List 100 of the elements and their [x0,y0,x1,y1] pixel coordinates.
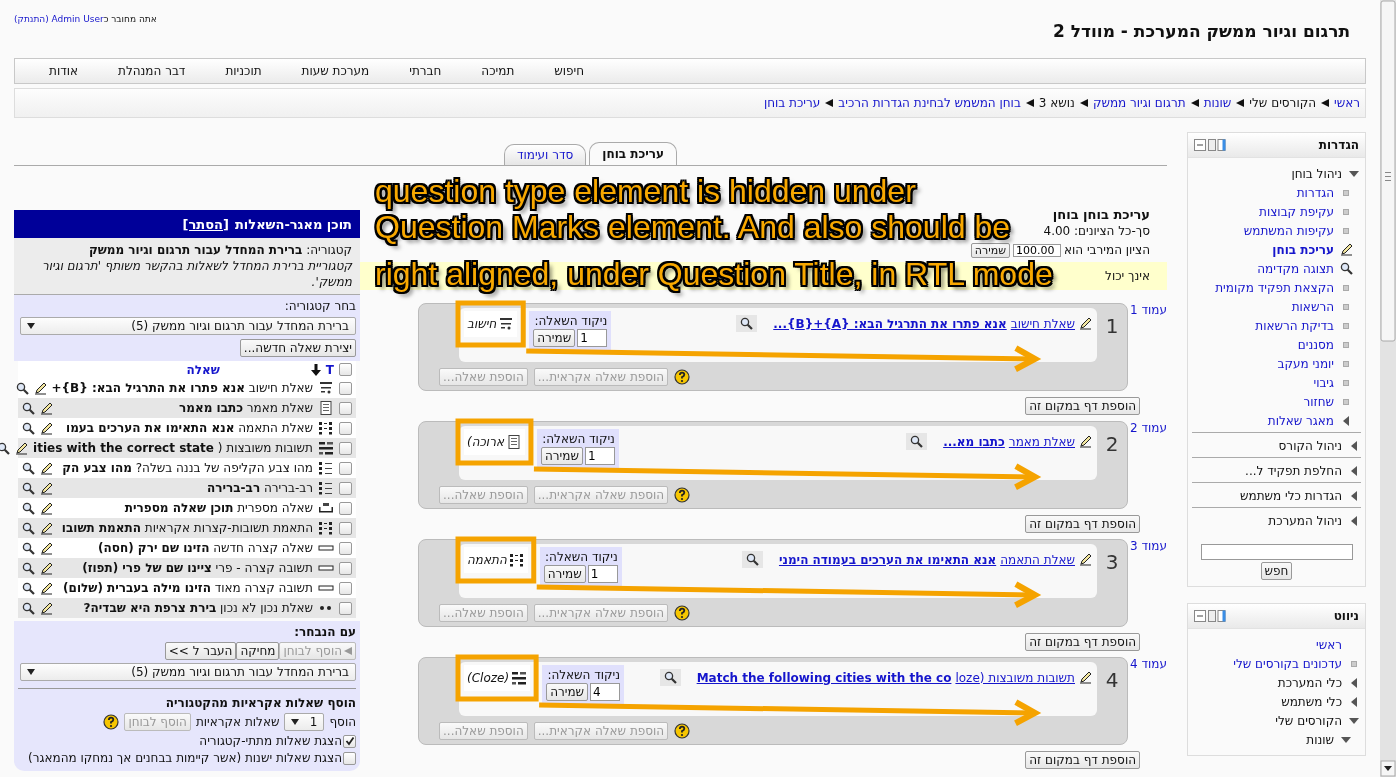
tree-link[interactable]: עדכונים בקורסים שלי [1233,656,1342,671]
tree-item[interactable]: כלי המערכת [1277,675,1342,690]
max-grade-field[interactable]: 100.00 [1013,243,1061,257]
checkbox[interactable] [339,561,352,575]
breadcrumb-link[interactable]: שונות [1203,96,1232,110]
down-arrow-icon[interactable] [1349,715,1359,726]
menu-item[interactable]: מערכת שעות [281,64,390,78]
edit-icon[interactable] [40,421,53,435]
save-button[interactable]: שמירה [546,683,589,701]
checkbox[interactable] [339,521,352,535]
magnifier-icon[interactable] [22,401,35,415]
tree-link[interactable]: יומני מעקב [1277,356,1334,371]
new-question-button[interactable]: יצירת שאלה חדשה... [239,339,356,357]
question-type-link[interactable]: תשובות משובצות (loze [955,670,1075,685]
question-title-link[interactable]: Match the following cities with the co [696,670,952,685]
tree-item[interactable]: ניהול בוחן [1291,166,1342,181]
tree-link[interactable]: תצוגה מקדימה [1257,261,1334,276]
menu-item[interactable]: חברתי [389,64,462,78]
tab[interactable]: עריכת בוחן [589,142,678,165]
tree-link[interactable]: עקיפות המשתמש [1243,223,1334,238]
edit-icon[interactable] [1079,317,1092,330]
add-page-button[interactable]: הוספת דף במקום זה [1025,751,1140,769]
tree-link[interactable]: שחזור [1303,394,1334,409]
checkbox[interactable] [339,601,352,615]
question-title-link[interactable]: אנא פתרו את התרגיל הבא: {A}+{B}... [773,316,1007,331]
edit-icon[interactable] [40,521,53,535]
checkbox[interactable] [339,581,352,595]
save-button[interactable]: שמירה [540,447,583,465]
block-controls-icon[interactable] [1194,610,1226,622]
edit-icon[interactable] [1339,243,1353,256]
magnifier-icon[interactable] [910,435,924,448]
magnifier-icon[interactable] [22,461,35,475]
checkbox[interactable] [343,751,356,765]
edit-icon[interactable] [40,601,53,615]
edit-icon[interactable] [40,401,53,415]
tree-item[interactable]: הקורסים שלי [1275,713,1342,728]
tree-item[interactable]: שונות [1306,732,1334,747]
magnifier-icon[interactable] [22,561,35,575]
edit-icon[interactable] [15,441,29,455]
question-title-link[interactable]: כתבו מא... [943,434,1005,449]
edit-icon[interactable] [1079,671,1092,684]
tree-link[interactable]: מסננים [1297,337,1334,352]
magnifier-icon[interactable] [22,481,35,495]
dropdown-arrow-icon[interactable] [27,669,35,675]
edit-icon[interactable] [33,381,47,395]
hide-link[interactable]: [הסתר] [182,216,229,232]
type-sort-link[interactable]: T [325,362,334,377]
tree-item[interactable]: ניהול הקורס [1278,438,1342,453]
edit-icon[interactable] [1079,435,1092,448]
help-icon[interactable] [674,487,691,503]
checkbox[interactable] [339,363,352,376]
checkbox[interactable] [339,501,352,515]
tree-item[interactable]: הגדרות כלי משתמש [1240,488,1342,503]
question-sort-link[interactable]: שאלה [186,362,220,377]
grade-field[interactable]: 1 [577,329,608,347]
breadcrumb-link[interactable]: ראשי [1334,96,1360,110]
left-arrow-icon[interactable] [1349,696,1359,707]
checkbox[interactable] [339,461,352,475]
search-field[interactable] [1200,544,1353,560]
tree-link[interactable]: עריכת בוחן [1272,242,1334,257]
magnifier-icon[interactable] [663,671,677,684]
save-button[interactable]: שמירה [543,565,586,583]
edit-icon[interactable] [40,541,53,555]
question-type-link[interactable]: שאלת חישוב [1010,316,1075,331]
add-page-button[interactable]: הוספת דף במקום זה [1025,515,1140,533]
checkbox[interactable] [343,734,356,748]
magnifier-icon[interactable] [15,381,29,395]
grade-field[interactable]: 1 [584,447,615,465]
dropdown-arrow-icon[interactable] [291,719,300,725]
checkbox[interactable] [339,441,352,455]
magnifier-icon[interactable] [0,441,11,455]
breadcrumb-link[interactable]: עריכת בוחן [763,96,821,110]
help-icon[interactable] [674,605,691,621]
left-arrow-icon[interactable] [1349,490,1359,501]
breadcrumb-link[interactable]: בוחן המשמש לבחינת הגדרות הרכיב [838,96,1021,110]
down-arrow-icon[interactable] [1341,734,1351,745]
magnifier-icon[interactable] [1339,262,1353,275]
tree-link[interactable]: הגדרות [1296,185,1334,200]
menu-item[interactable]: אודות [29,64,98,78]
edit-icon[interactable] [40,561,53,575]
user-link[interactable]: Admin User [51,14,104,24]
magnifier-icon[interactable] [22,581,35,595]
question-type-link[interactable]: שאלת מאמר [1008,434,1075,449]
down-arrow-icon[interactable] [1349,168,1359,179]
magnifier-icon[interactable] [22,521,35,535]
scrollbar[interactable] [1380,0,1396,777]
magnifier-icon[interactable] [740,317,754,330]
tree-link[interactable]: הרשאות [1291,299,1334,314]
tree-item[interactable]: החלפת תפקיד ל... [1245,463,1342,478]
action-button[interactable]: מחיקה [236,642,280,660]
edit-icon[interactable] [40,481,53,495]
edit-icon[interactable] [40,461,53,475]
edit-icon[interactable] [40,581,53,595]
tree-link[interactable]: הקצאת תפקיד מקומית [1215,280,1334,295]
edit-icon[interactable] [1079,553,1092,566]
add-page-button[interactable]: הוספת דף במקום זה [1025,633,1140,651]
tree-item[interactable]: ניהול המערכת [1268,513,1342,528]
magnifier-icon[interactable] [745,553,759,566]
magnifier-icon[interactable] [22,421,35,435]
left-arrow-icon[interactable] [1349,440,1359,451]
